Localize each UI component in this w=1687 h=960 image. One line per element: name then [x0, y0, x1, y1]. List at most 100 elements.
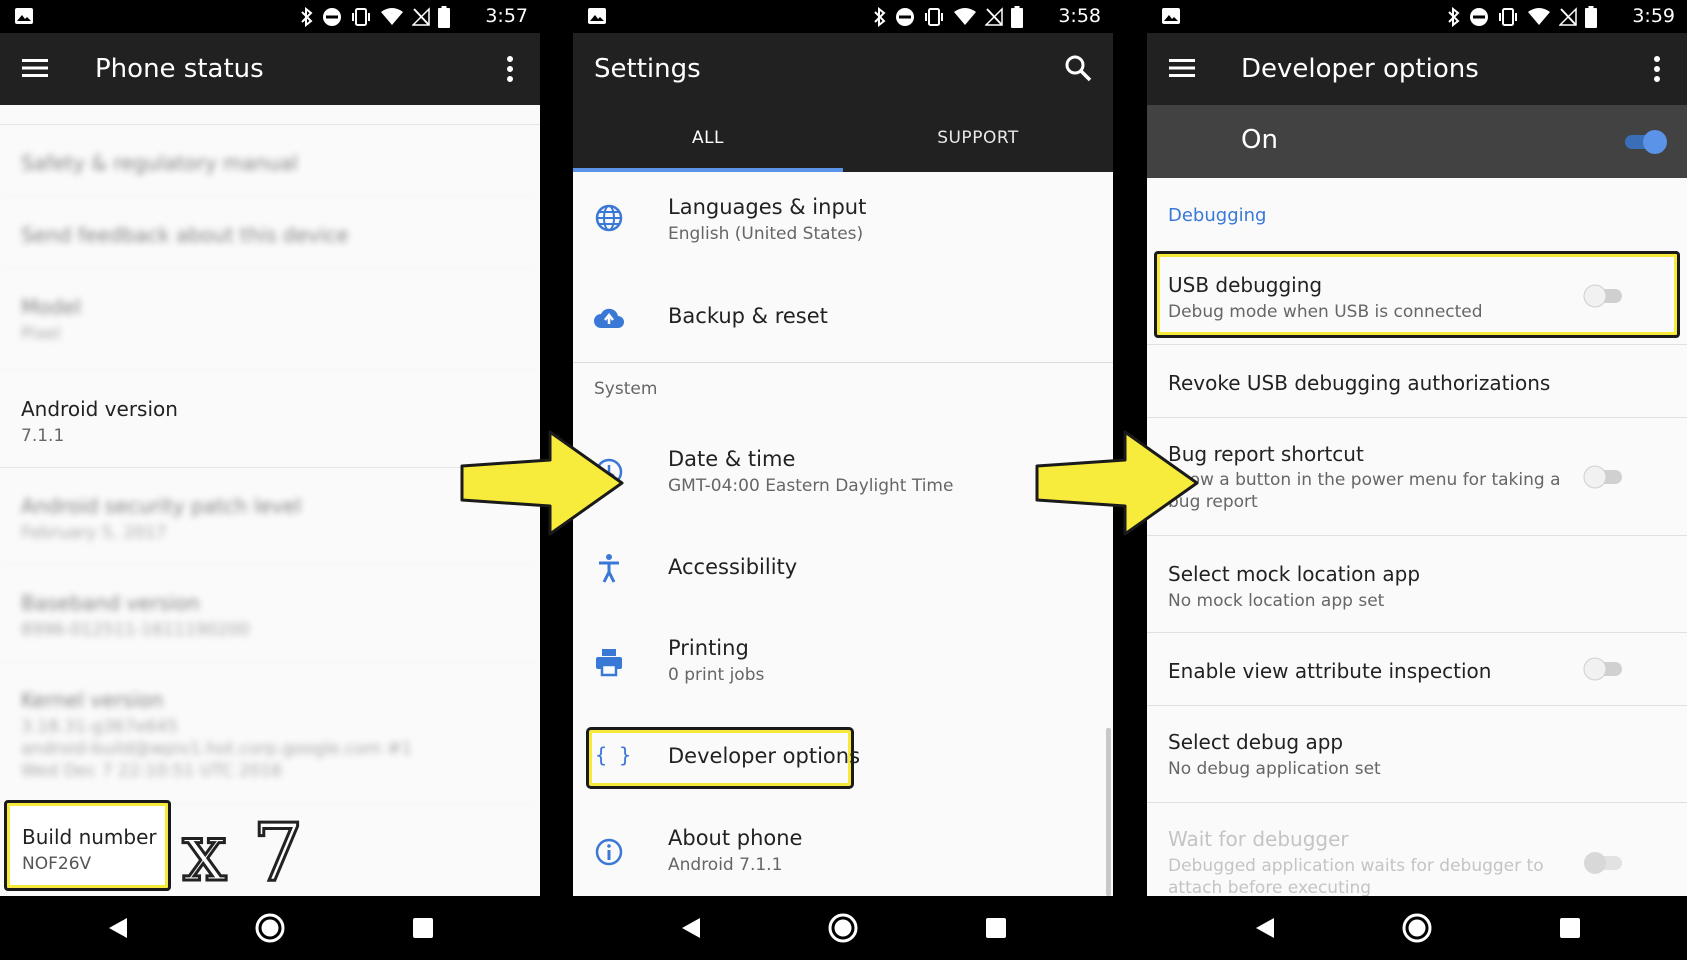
setting-summary: Show a button in the power menu for taki… — [1168, 470, 1561, 512]
no-signal-icon — [985, 7, 1003, 26]
home-icon[interactable] — [827, 912, 859, 944]
bluetooth-icon — [1448, 7, 1460, 27]
home-icon[interactable] — [1401, 912, 1433, 944]
list-item[interactable]: Send feedback about this device — [0, 197, 540, 269]
settings-item-languages[interactable]: Languages & input English (United States… — [573, 172, 1113, 274]
wait-for-debugger-toggle[interactable] — [1582, 849, 1624, 877]
list-item[interactable]: Safety & regulatory manual — [0, 125, 540, 197]
settings-item-accessibility[interactable]: Accessibility — [573, 524, 1113, 608]
overflow-menu-icon[interactable] — [1653, 55, 1661, 83]
master-switch-bar[interactable]: On — [1147, 105, 1687, 178]
globe-icon — [595, 204, 623, 232]
wifi-icon — [381, 8, 403, 25]
info-icon — [595, 838, 623, 866]
settings-item-title: Languages & input — [668, 195, 867, 219]
settings-item-title: Backup & reset — [668, 304, 828, 328]
tab-support[interactable]: SUPPORT — [843, 105, 1113, 172]
recents-icon[interactable] — [986, 918, 1006, 938]
app-bar: Settings — [573, 33, 1113, 105]
list-item[interactable]: Baseband version 8996-012511-1611190200 — [0, 565, 540, 662]
vibrate-icon — [925, 8, 943, 26]
list-item-title: Kernel version — [21, 688, 164, 712]
page-title: Phone status — [95, 54, 264, 84]
settings-item-title: About phone — [668, 826, 803, 850]
list-item-title: Model — [21, 295, 82, 319]
settings-item-summary: Android 7.1.1 — [668, 855, 783, 875]
setting-title: Revoke USB debugging authorizations — [1168, 371, 1551, 395]
setting-view-attribute-inspection[interactable]: Enable view attribute inspection — [1147, 633, 1687, 706]
list-item-value: 8996-012511-1611190200 — [21, 620, 250, 640]
list-item-title: Safety & regulatory manual — [21, 151, 298, 175]
settings-item-printing[interactable]: Printing 0 print jobs — [573, 608, 1113, 712]
home-icon[interactable] — [254, 912, 286, 944]
master-toggle-switch[interactable] — [1623, 128, 1669, 156]
settings-item-date-time[interactable]: Date & time GMT-04:00 Eastern Daylight T… — [573, 420, 1113, 524]
back-icon[interactable] — [680, 916, 702, 940]
nav-bar — [573, 896, 1113, 960]
app-bar: Phone status — [0, 33, 540, 105]
settings-item-developer-options[interactable]: { } Developer options — [573, 712, 1113, 804]
settings-item-about-phone[interactable]: About phone Android 7.1.1 — [573, 804, 1113, 896]
settings-item-title: Printing — [668, 636, 749, 660]
list-item[interactable]: Model Pixel — [0, 269, 540, 371]
list-item-value: Wed Dec 7 22:10:51 UTC 2016 — [21, 761, 283, 781]
app-bar: Developer options — [1147, 33, 1687, 105]
section-header-debugging: Debugging — [1168, 205, 1267, 226]
bluetooth-icon — [301, 7, 313, 27]
setting-title: Enable view attribute inspection — [1168, 659, 1492, 683]
setting-bug-report-shortcut[interactable]: Bug report shortcut Show a button in the… — [1147, 418, 1687, 536]
build-number-highlight[interactable]: Build number NOF26V — [4, 800, 171, 891]
setting-summary: Debugged application waits for debugger … — [1168, 856, 1544, 898]
setting-select-debug-app[interactable]: Select debug app No debug application se… — [1147, 706, 1687, 803]
list-item[interactable]: Kernel version 3.18.31-g367e645 android-… — [0, 662, 540, 804]
list-item-title: Baseband version — [21, 591, 200, 615]
view-attribute-toggle[interactable] — [1582, 655, 1624, 683]
recents-icon[interactable] — [1560, 918, 1580, 938]
list-item-value: android-build@wpiv1.hot.corp.google.com … — [21, 739, 413, 759]
build-number-title: Build number — [22, 825, 157, 849]
setting-summary: No debug application set — [1168, 759, 1381, 779]
overflow-menu-icon[interactable] — [506, 55, 514, 83]
do-not-disturb-icon — [1470, 8, 1488, 26]
usb-debugging-highlight — [1154, 251, 1680, 338]
scrollbar[interactable] — [1106, 728, 1111, 896]
vibrate-icon — [1499, 8, 1517, 26]
recents-icon[interactable] — [413, 918, 433, 938]
step-arrow-icon — [1035, 430, 1199, 536]
bug-report-toggle[interactable] — [1582, 463, 1624, 491]
settings-item-title: Accessibility — [668, 555, 798, 579]
setting-revoke-usb[interactable]: Revoke USB debugging authorizations — [1147, 345, 1687, 418]
setting-summary: No mock location app set — [1168, 591, 1385, 611]
settings-item-summary: GMT-04:00 Eastern Daylight Time — [668, 476, 954, 496]
settings-item-backup[interactable]: Backup & reset — [573, 274, 1113, 362]
settings-item-title: Date & time — [668, 447, 796, 471]
search-icon[interactable] — [1063, 53, 1093, 83]
status-bar: 3:57 — [0, 0, 540, 33]
cloud-upload-icon — [594, 308, 624, 328]
tab-all[interactable]: ALL — [573, 105, 843, 172]
settings-screen: 3:58 Settings ALL SUPPORT Languages & in… — [573, 0, 1113, 960]
no-signal-icon — [412, 7, 430, 26]
back-icon[interactable] — [1254, 916, 1276, 940]
battery-icon — [438, 6, 450, 28]
back-icon[interactable] — [107, 916, 129, 940]
tab-bar: ALL SUPPORT — [573, 105, 1113, 172]
vibrate-icon — [352, 8, 370, 26]
hamburger-menu-icon[interactable] — [1169, 57, 1197, 79]
list-item-value: 7.1.1 — [21, 426, 65, 446]
nav-bar — [1147, 896, 1687, 960]
developer-options-screen: 3:59 Developer options On Debugging USB … — [1147, 0, 1687, 960]
list-item-title: Android security patch level — [21, 494, 302, 518]
list-item-title: Send feedback about this device — [21, 223, 349, 247]
page-title: Settings — [594, 54, 701, 84]
hamburger-menu-icon[interactable] — [22, 57, 50, 79]
setting-title: Select mock location app — [1168, 562, 1421, 586]
clock: 3:59 — [1632, 5, 1675, 27]
tap-count-annotation: x 7 — [180, 806, 304, 899]
setting-mock-location[interactable]: Select mock location app No mock locatio… — [1147, 536, 1687, 633]
page-title: Developer options — [1241, 54, 1479, 84]
braces-icon: { } — [595, 743, 632, 767]
clock: 3:57 — [485, 5, 528, 27]
image-notification-icon — [588, 8, 606, 24]
battery-icon — [1011, 6, 1023, 28]
